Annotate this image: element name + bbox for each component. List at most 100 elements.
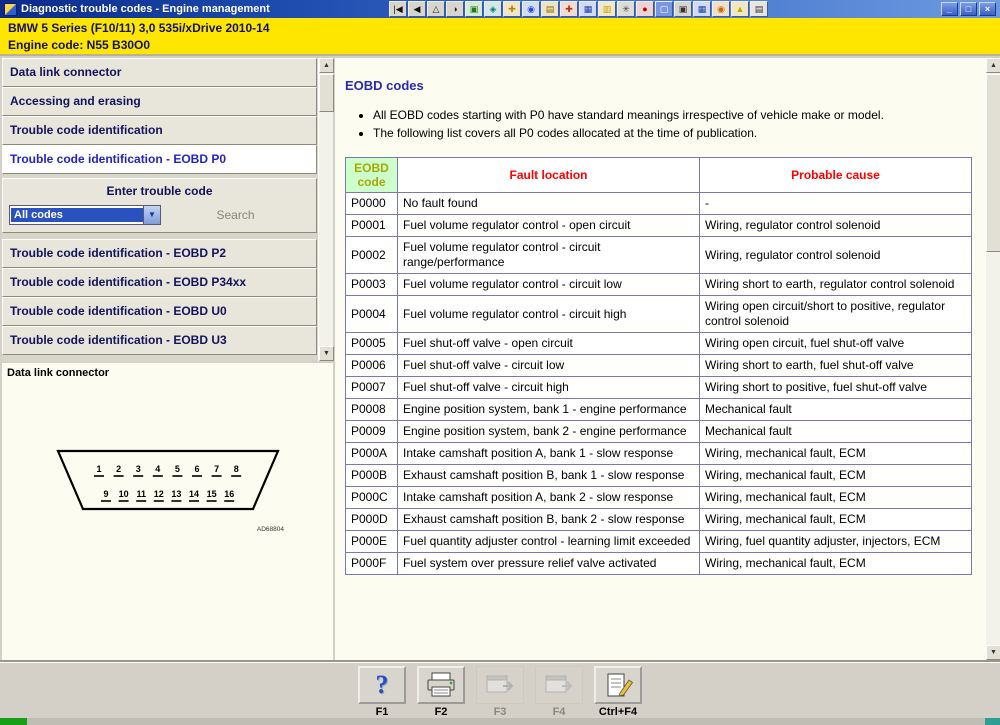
taskbar-teal-fragment bbox=[985, 718, 1000, 725]
scroll-down-icon[interactable]: ▼ bbox=[986, 645, 1000, 660]
code-cell: P0006 bbox=[346, 355, 398, 377]
code-cell: P0007 bbox=[346, 377, 398, 399]
title-bar[interactable]: Diagnostic trouble codes - Engine manage… bbox=[0, 0, 1000, 18]
fault-cell: Fuel quantity adjuster control - learnin… bbox=[398, 531, 700, 553]
bottom-edge-strip bbox=[0, 718, 1000, 725]
fault-cell: Exhaust camshaft position B, bank 1 - sl… bbox=[398, 465, 700, 487]
save-icon[interactable]: ▦ bbox=[579, 1, 597, 17]
warning-triangle-icon[interactable]: △ bbox=[427, 1, 445, 17]
monitor-icon[interactable]: ▣ bbox=[674, 1, 692, 17]
display-icon[interactable]: ▣ bbox=[465, 1, 483, 17]
tools-icon[interactable]: ✚ bbox=[503, 1, 521, 17]
gear-icon[interactable]: ✳ bbox=[617, 1, 635, 17]
table-row: P0004Fuel volume regulator control - cir… bbox=[346, 296, 972, 333]
toolbox-icon[interactable]: ▥ bbox=[598, 1, 616, 17]
sidebar-item[interactable]: Trouble code identification - EOBD U3 bbox=[2, 326, 317, 355]
sidebar-item[interactable]: Trouble code identification - EOBD P2 bbox=[2, 239, 317, 268]
sidebar-item[interactable]: Trouble code identification - EOBD P34xx bbox=[2, 268, 317, 297]
first-page-icon[interactable]: |◀ bbox=[389, 1, 407, 17]
cause-cell: Wiring, mechanical fault, ECM bbox=[700, 553, 972, 575]
table-row: P0005Fuel shut-off valve - open circuitW… bbox=[346, 333, 972, 355]
search-row: All codes ▼ Search bbox=[3, 203, 316, 232]
table-row: P0007Fuel shut-off valve - circuit highW… bbox=[346, 377, 972, 399]
help-icon: ? bbox=[376, 670, 389, 700]
eobd-codes-table: EOBD code Fault location Probable cause … bbox=[345, 157, 972, 575]
footer-button-f3: F3 bbox=[474, 666, 526, 718]
main-scrollbar[interactable]: ▲ ▼ bbox=[985, 58, 1000, 660]
sidebar-item[interactable]: Trouble code identification bbox=[2, 116, 317, 145]
scroll-up-icon[interactable]: ▲ bbox=[986, 58, 1000, 73]
clock-icon[interactable]: ◉ bbox=[522, 1, 540, 17]
connector-outline bbox=[58, 451, 278, 509]
fault-cell: Fuel volume regulator control - circuit … bbox=[398, 274, 700, 296]
scroll-thumb[interactable] bbox=[319, 74, 334, 112]
back-icon[interactable]: ◀ bbox=[408, 1, 426, 17]
connector-pin-number: 6 bbox=[194, 464, 199, 474]
maximize-button[interactable]: □ bbox=[960, 2, 977, 16]
sidebar-scrollbar[interactable]: ▲ ▼ bbox=[318, 58, 333, 361]
scroll-thumb[interactable] bbox=[986, 74, 1000, 252]
connector-panel: Data link connector 12345678 91011121314… bbox=[2, 363, 333, 660]
sidebar-item[interactable]: Trouble code identification - EOBD P0 bbox=[2, 145, 317, 174]
table-row: P0000No fault found- bbox=[346, 193, 972, 215]
cause-cell: Wiring, mechanical fault, ECM bbox=[700, 509, 972, 531]
chevron-down-icon[interactable]: ▼ bbox=[143, 206, 160, 224]
printer-icon[interactable] bbox=[417, 666, 465, 704]
help-icon[interactable]: ? bbox=[358, 666, 406, 704]
code-cell: P0002 bbox=[346, 237, 398, 274]
close-button[interactable]: × bbox=[979, 2, 996, 16]
wrench-icon[interactable]: ✚ bbox=[560, 1, 578, 17]
connector-pin-number: 16 bbox=[224, 489, 234, 499]
intro-bullets: All EOBD codes starting with P0 have sta… bbox=[373, 107, 985, 141]
power-icon[interactable]: ● bbox=[636, 1, 654, 17]
window-icon[interactable]: ▢ bbox=[655, 1, 673, 17]
alert-icon[interactable]: ▲ bbox=[731, 1, 749, 17]
footer-button-ctrl-f4[interactable]: Ctrl+F4 bbox=[592, 666, 644, 718]
sidebar-item[interactable]: Accessing and erasing bbox=[2, 87, 317, 116]
fault-cell: Fuel volume regulator control - circuit … bbox=[398, 237, 700, 274]
code-cell: P000A bbox=[346, 443, 398, 465]
code-cell: P0000 bbox=[346, 193, 398, 215]
connector-pin-number: 9 bbox=[103, 489, 108, 499]
table-row: P000AIntake camshaft position A, bank 1 … bbox=[346, 443, 972, 465]
search-button[interactable]: Search bbox=[161, 208, 310, 222]
footer-button-f2[interactable]: F2 bbox=[415, 666, 467, 718]
disk-icon[interactable]: ▦ bbox=[693, 1, 711, 17]
export-alt-icon bbox=[543, 672, 575, 698]
settings-icon[interactable]: ▤ bbox=[541, 1, 559, 17]
obd-connector-diagram: 12345678 910111213141516 AD68804 bbox=[48, 445, 288, 537]
table-row: P0003Fuel volume regulator control - cir… bbox=[346, 274, 972, 296]
cause-cell: - bbox=[700, 193, 972, 215]
table-row: P0001Fuel volume regulator control - ope… bbox=[346, 215, 972, 237]
document-icon[interactable]: ▤ bbox=[750, 1, 768, 17]
document-edit-icon[interactable] bbox=[594, 666, 642, 704]
function-key-label: F2 bbox=[415, 706, 467, 718]
bullet-item: The following list covers all P0 codes a… bbox=[373, 125, 985, 141]
table-row: P000FFuel system over pressure relief va… bbox=[346, 553, 972, 575]
connector-pin-number: 13 bbox=[171, 489, 181, 499]
table-row: P000BExhaust camshaft position B, bank 1… bbox=[346, 465, 972, 487]
minimize-button[interactable]: _ bbox=[941, 2, 958, 16]
table-header-row: EOBD code Fault location Probable cause bbox=[346, 158, 972, 193]
code-filter-dropdown[interactable]: All codes ▼ bbox=[9, 205, 161, 225]
connector-pin-number: 5 bbox=[174, 464, 179, 474]
connector-pin-number: 3 bbox=[135, 464, 140, 474]
footer-button-f1[interactable]: ?F1 bbox=[356, 666, 408, 718]
scroll-down-icon[interactable]: ▼ bbox=[319, 346, 334, 361]
fault-cell: No fault found bbox=[398, 193, 700, 215]
trouble-code-search-box: Enter trouble code All codes ▼ Search bbox=[2, 178, 317, 233]
sidebar-item[interactable]: Trouble code identification - EOBD U0 bbox=[2, 297, 317, 326]
scroll-up-icon[interactable]: ▲ bbox=[319, 58, 334, 73]
fault-cell: Engine position system, bank 1 - engine … bbox=[398, 399, 700, 421]
network-icon[interactable]: ◈ bbox=[484, 1, 502, 17]
table-row: P000DExhaust camshaft position B, bank 2… bbox=[346, 509, 972, 531]
app-icon bbox=[4, 3, 17, 16]
code-cell: P0005 bbox=[346, 333, 398, 355]
contrast-icon[interactable]: ◑ bbox=[446, 1, 464, 17]
bullet-item: All EOBD codes starting with P0 have sta… bbox=[373, 107, 985, 123]
sidebar-item[interactable]: Data link connector bbox=[2, 58, 317, 87]
sidebar: Data link connectorAccessing and erasing… bbox=[2, 58, 333, 361]
users-icon[interactable]: ◉ bbox=[712, 1, 730, 17]
page-title: EOBD codes bbox=[345, 78, 985, 93]
fault-cell: Exhaust camshaft position B, bank 2 - sl… bbox=[398, 509, 700, 531]
